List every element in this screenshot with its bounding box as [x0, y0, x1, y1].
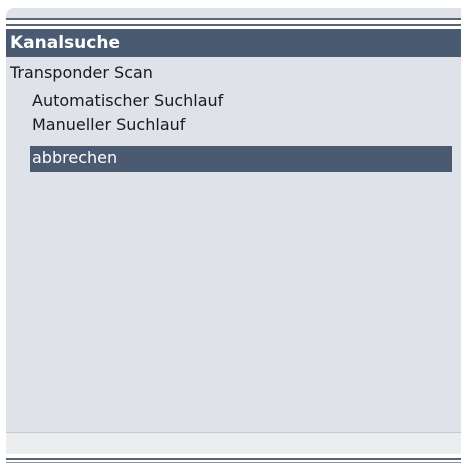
- title-bar: Kanalsuche: [6, 29, 461, 57]
- menu-item-manual-scan[interactable]: Manueller Suchlauf: [30, 113, 452, 139]
- bottom-divider-secondary: [6, 462, 461, 463]
- menu-item-label: abbrechen: [32, 148, 118, 167]
- top-frame: [6, 8, 461, 20]
- menu-item-cancel[interactable]: abbrechen: [30, 146, 452, 172]
- bottom-divider: [6, 458, 461, 460]
- section-label: Transponder Scan: [10, 63, 153, 82]
- status-bar: [6, 432, 461, 454]
- channel-search-screen: Kanalsuche Transponder Scan Automatische…: [0, 0, 461, 468]
- menu-item-label: Manueller Suchlauf: [32, 115, 186, 134]
- menu-item-automatic-scan[interactable]: Automatischer Suchlauf: [30, 89, 452, 115]
- menu-item-label: Automatischer Suchlauf: [32, 91, 224, 110]
- menu-panel: Kanalsuche Transponder Scan Automatische…: [6, 29, 461, 432]
- top-divider: [6, 24, 461, 26]
- window-title: Kanalsuche: [10, 33, 120, 53]
